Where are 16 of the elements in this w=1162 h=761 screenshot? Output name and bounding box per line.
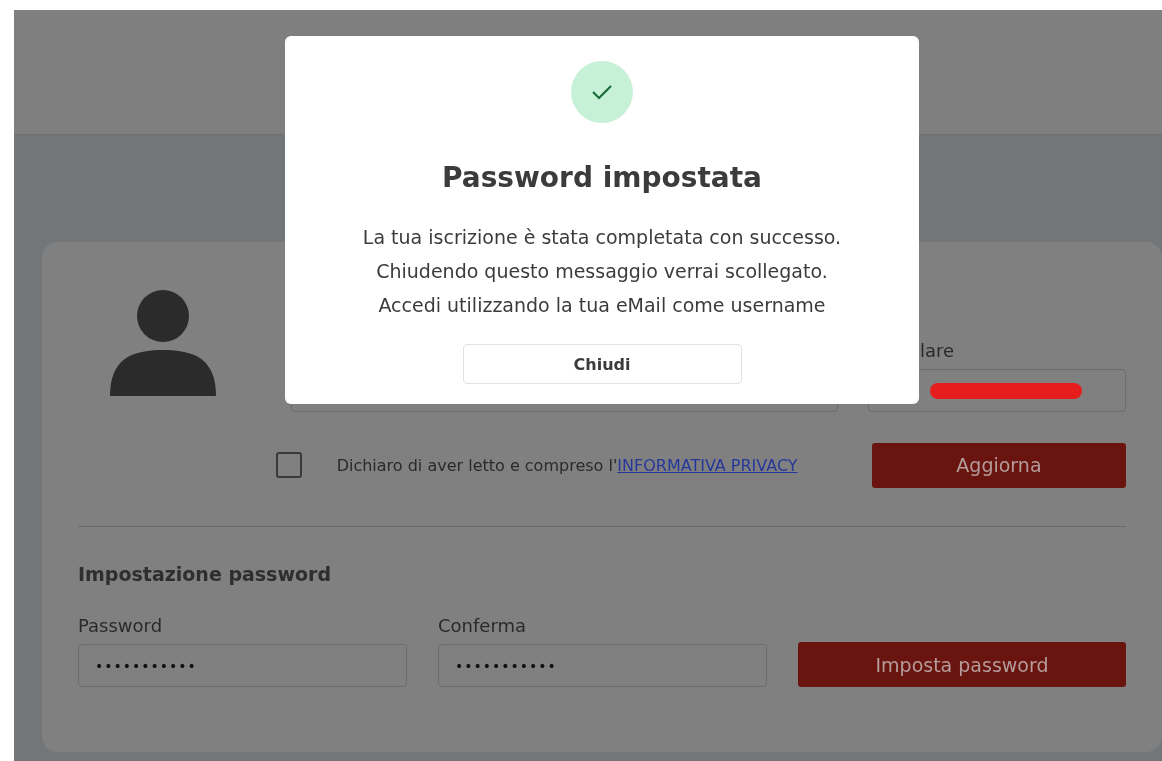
checkmark-icon	[591, 84, 613, 100]
privacy-checkbox[interactable]	[276, 452, 302, 478]
user-avatar-icon	[110, 290, 216, 396]
privacy-link[interactable]: INFORMATIVA PRIVACY	[617, 455, 798, 475]
dialog-title: Password impostata	[442, 161, 762, 194]
section-title: Impostazione password	[78, 563, 332, 585]
privacy-consent-text: Dichiaro di aver letto e compreso l'INFORMATIVA PRIVACY	[336, 455, 799, 475]
set-password-button[interactable]: Imposta password	[798, 642, 1126, 687]
close-button[interactable]: Chiudi	[462, 344, 742, 384]
password-field[interactable]: •••••••••••	[78, 644, 407, 687]
password-field[interactable]: •••••••••••	[438, 644, 767, 687]
field-label: Conferma	[438, 615, 528, 636]
dialog-message: La tua iscrizione è stata completata con successo. Chiudendo questo messaggio verrai scollegato. Accedi utilizzando la tua eMail come username	[362, 225, 842, 318]
update-button[interactable]: Aggiorna	[871, 442, 1126, 488]
field-label: Password	[78, 615, 164, 636]
field-label: lare	[919, 340, 956, 361]
